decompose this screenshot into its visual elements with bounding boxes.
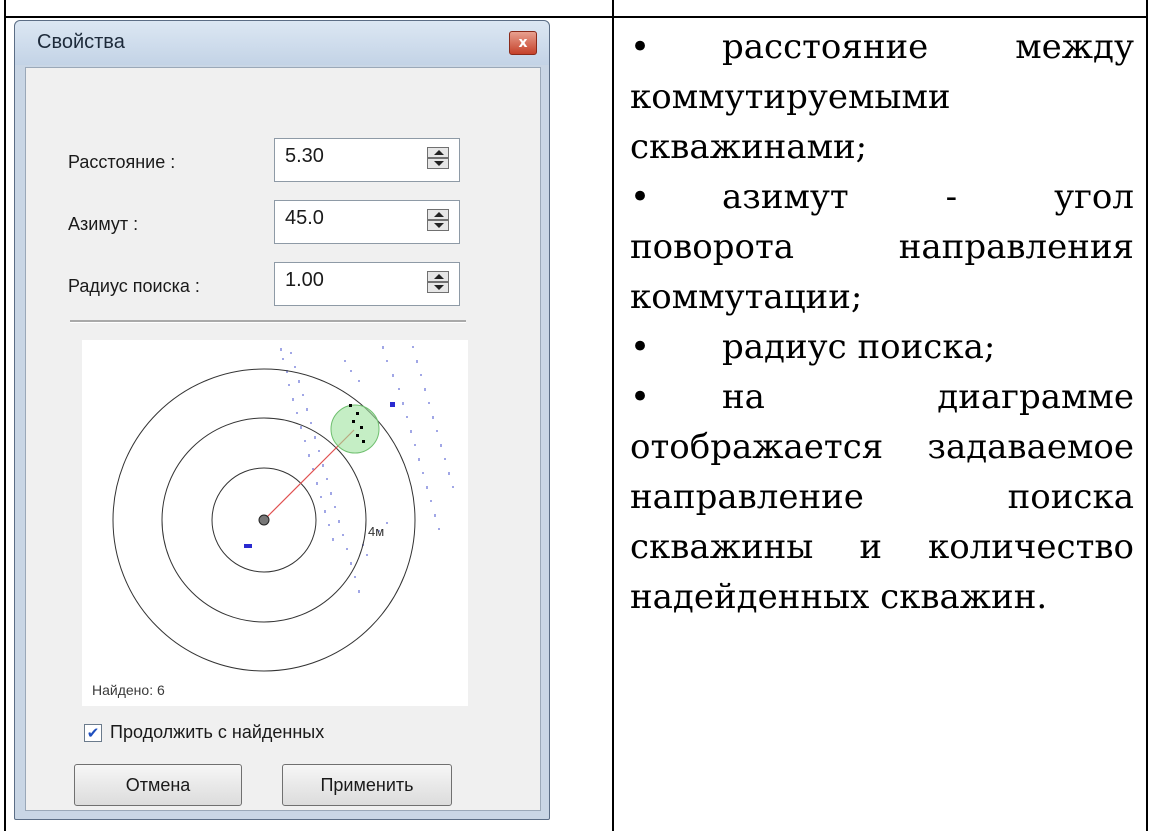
bullet-icon: • — [630, 177, 651, 217]
search-diagram: 4м Найдено: 6 — [82, 340, 468, 706]
bullet-icon: • — [630, 27, 651, 67]
scatter-points — [280, 346, 454, 593]
found-count-label: Найдено: 6 — [92, 682, 165, 698]
spin-up-icon[interactable] — [427, 147, 449, 158]
list-item: • азимут - угол поворота направления ком… — [630, 172, 1134, 322]
search-radius-circle — [330, 404, 380, 454]
azimuth-input[interactable]: 45.0 — [274, 200, 460, 244]
scale-label: 4м — [368, 524, 384, 539]
diagram-svg: 4м — [112, 346, 454, 672]
list-item-text: расстояние между коммутируемыми скважина… — [630, 27, 1134, 167]
distance-spinner[interactable] — [427, 147, 449, 171]
distance-value: 5.30 — [285, 145, 324, 167]
blue-marker — [390, 402, 395, 407]
close-button[interactable]: x — [509, 31, 537, 55]
list-item: • радиус поиска; — [630, 322, 1134, 372]
description-list: • расстояние между коммутируемыми скважи… — [630, 22, 1134, 622]
azimuth-value: 45.0 — [285, 207, 324, 229]
table-right-border — [1146, 0, 1148, 831]
search-radius-value: 1.00 — [285, 269, 324, 291]
dialog-client-area: Расстояние : 5.30 Азимут : 45.0 Радиус п… — [25, 67, 541, 811]
spin-down-icon[interactable] — [427, 158, 449, 169]
list-item: • на диаграмме отображается задаваемое н… — [630, 372, 1134, 622]
distance-label: Расстояние : — [68, 152, 176, 172]
continue-from-found-checkbox[interactable]: ✔ — [84, 724, 102, 742]
spin-down-icon[interactable] — [427, 282, 449, 293]
spin-up-icon[interactable] — [427, 209, 449, 220]
search-radius-spinner[interactable] — [427, 271, 449, 295]
list-item-text: на диаграмме отображается задаваемое нап… — [630, 377, 1134, 617]
separator — [70, 320, 466, 323]
search-radius-input[interactable]: 1.00 — [274, 262, 460, 306]
spin-down-icon[interactable] — [427, 220, 449, 231]
list-item: • расстояние между коммутируемыми скважи… — [630, 22, 1134, 172]
azimuth-spinner[interactable] — [427, 209, 449, 233]
origin-well — [258, 514, 270, 526]
blue-marker — [244, 544, 252, 548]
close-icon: x — [518, 35, 528, 51]
table-top-border — [4, 16, 1148, 18]
azimuth-label: Азимут : — [68, 214, 139, 234]
dialog-titlebar[interactable]: Свойства x — [15, 21, 549, 65]
cancel-button[interactable]: Отмена — [74, 764, 242, 806]
table-middle-border — [612, 0, 614, 831]
bullet-icon: • — [630, 327, 651, 367]
table-left-border — [4, 0, 6, 831]
checkmark-icon: ✔ — [86, 724, 100, 742]
apply-button[interactable]: Применить — [282, 764, 452, 806]
dialog-title: Свойства — [37, 31, 125, 53]
continue-from-found-label[interactable]: Продолжить с найденных — [110, 722, 324, 743]
list-item-text: азимут - угол поворота направления комму… — [630, 177, 1134, 317]
distance-input[interactable]: 5.30 — [274, 138, 460, 182]
search-radius-label: Радиус поиска : — [68, 276, 200, 296]
list-item-text: радиус поиска; — [722, 327, 996, 367]
bullet-icon: • — [630, 377, 651, 417]
properties-dialog: Свойства x Расстояние : 5.30 Азимут : 45… — [14, 20, 550, 820]
spin-up-icon[interactable] — [427, 271, 449, 282]
